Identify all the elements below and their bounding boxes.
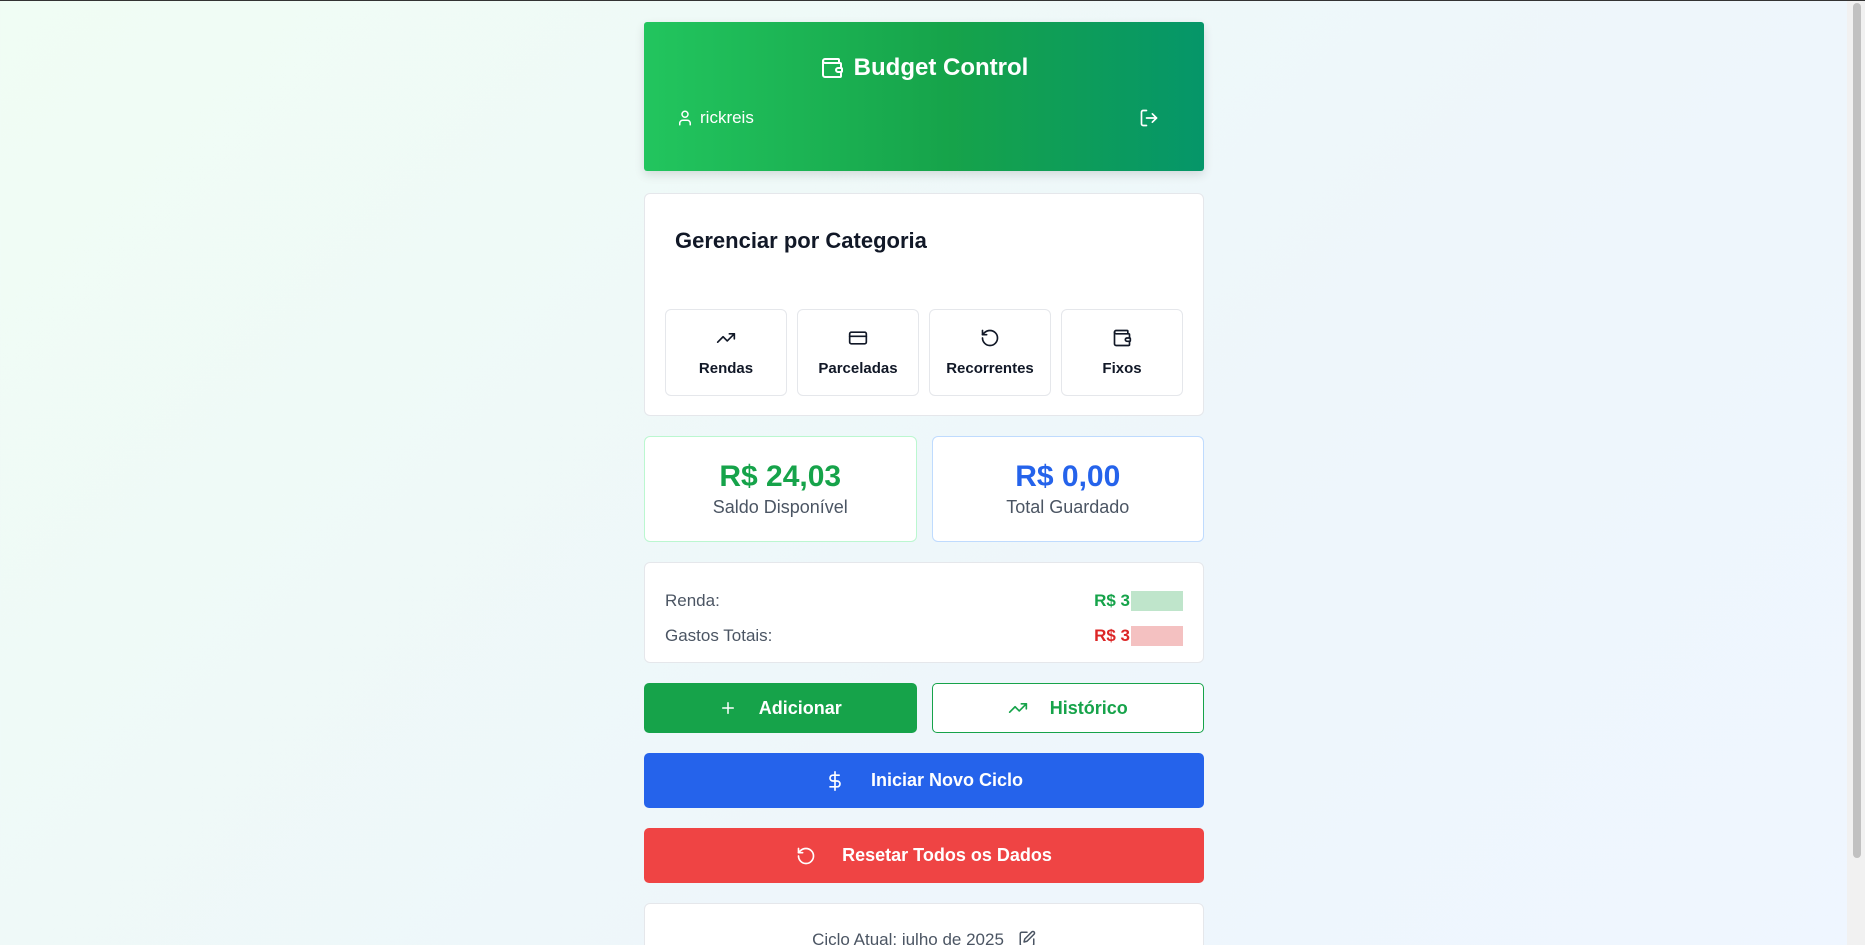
expenses-row: Gastos Totais: R$ 3 [665,618,1183,653]
balance-label: Saldo Disponível [712,497,848,517]
expenses-value: R$ 3 [1094,625,1183,646]
add-button-label: Adicionar [758,697,842,718]
username: rickreis [700,108,754,127]
trending-up-icon [716,328,736,348]
expenses-value-text: R$ 3 [1094,625,1130,645]
income-value-text: R$ 3 [1094,590,1130,610]
app-header: Budget Control rickreis [644,22,1204,171]
income-value-redacted [1131,590,1183,611]
category-parceladas-button[interactable]: Parceladas [797,309,919,396]
rotate-ccw-icon [796,846,816,866]
add-button[interactable]: Adicionar [644,683,917,733]
new-cycle-button[interactable]: Iniciar Novo Ciclo [644,753,1204,808]
summary-card: Renda: R$ 3 Gastos Totais: R$ 3 [644,562,1204,663]
app-title: Budget Control [644,54,1204,82]
income-label: Renda: [665,590,720,610]
current-cycle-text: Ciclo Atual: julho de 2025 [812,930,1004,945]
logout-button[interactable] [1138,107,1160,129]
plus-icon [719,699,737,717]
trending-up-icon [1008,698,1028,718]
saved-value: R$ 0,00 [1015,460,1121,493]
income-value: R$ 3 [1094,590,1183,611]
income-row: Renda: R$ 3 [665,583,1183,618]
saved-card: R$ 0,00 Total Guardado [931,436,1204,542]
balance-value: R$ 24,03 [719,460,842,493]
rotate-ccw-icon [980,328,1000,348]
saved-label: Total Guardado [1006,497,1130,517]
reset-button[interactable]: Resetar Todos os Dados [644,828,1204,883]
credit-card-icon [848,328,868,348]
category-recorrentes-button[interactable]: Recorrentes [929,309,1051,396]
category-card: Gerenciar por Categoria Rendas Parcelada… [644,193,1204,416]
current-cycle-card: Ciclo Atual: julho de 2025 [644,903,1204,945]
app-title-text: Budget Control [853,54,1029,81]
stats-row: R$ 24,03 Saldo Disponível R$ 0,00 Total … [644,436,1204,542]
category-title: Gerenciar por Categoria [675,228,927,253]
history-button-label: Histórico [1049,697,1128,718]
scrollbar[interactable] [1847,1,1865,945]
reset-label: Resetar Todos os Dados [842,845,1052,865]
edit-icon[interactable] [1018,930,1036,945]
wallet-icon [820,56,844,80]
category-fixos-button[interactable]: Fixos [1061,309,1183,396]
category-label: Fixos [1102,360,1142,377]
balance-card: R$ 24,03 Saldo Disponível [644,436,917,542]
history-button[interactable]: Histórico [931,683,1204,733]
category-label: Parceladas [818,360,898,377]
wallet-icon [1112,328,1132,348]
action-row: Adicionar Histórico [644,683,1204,733]
category-rendas-button[interactable]: Rendas [665,309,787,396]
user-icon [676,109,694,127]
expenses-value-redacted [1131,625,1183,646]
user-info: rickreis [676,108,754,128]
app-container: Budget Control rickreis Gerenciar por Ca… [644,22,1204,945]
new-cycle-label: Iniciar Novo Ciclo [870,770,1024,790]
dollar-icon [825,770,845,791]
category-grid: Rendas Parceladas Recorrentes Fixos [665,309,1183,396]
expenses-label: Gastos Totais: [665,625,773,645]
logout-icon [1139,108,1159,128]
category-label: Recorrentes [946,360,1034,377]
scrollbar-thumb[interactable] [1853,3,1861,858]
category-label: Rendas [698,360,754,377]
